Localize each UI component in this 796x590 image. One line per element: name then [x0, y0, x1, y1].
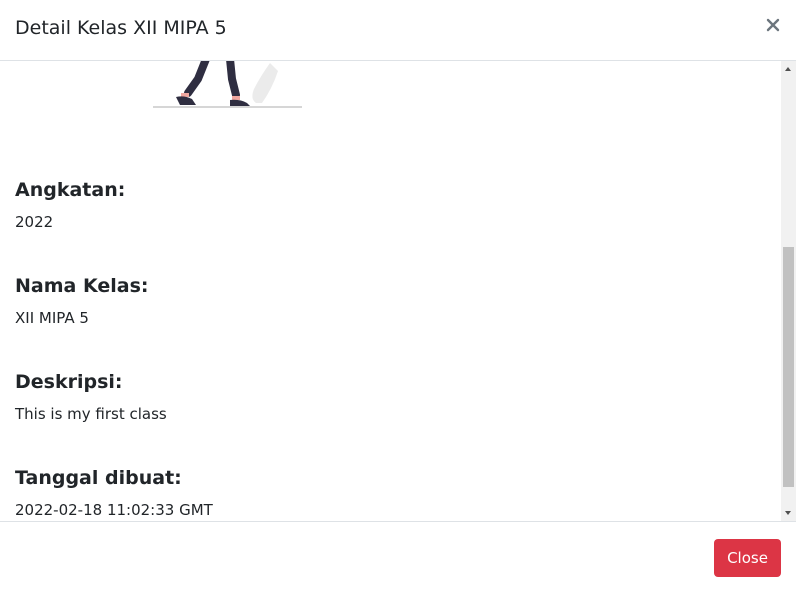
modal-title: Detail Kelas XII MIPA 5: [15, 17, 227, 39]
field-value: XII MIPA 5: [15, 309, 89, 327]
field-label: Nama Kelas:: [15, 275, 149, 297]
field-tanggal-dibuat: Tanggal dibuat: 2022-02-18 11:02:33 GMT: [15, 467, 213, 519]
modal-body: Angkatan: 2022 Nama Kelas: XII MIPA 5 De…: [0, 61, 781, 521]
field-angkatan: Angkatan: 2022: [15, 179, 125, 231]
scrollbar-thumb[interactable]: [783, 247, 794, 487]
field-deskripsi: Deskripsi: This is my first class: [15, 371, 167, 423]
field-value: This is my first class: [15, 405, 167, 423]
field-value: 2022-02-18 11:02:33 GMT: [15, 501, 213, 519]
close-icon[interactable]: [764, 16, 782, 34]
field-label: Deskripsi:: [15, 371, 123, 393]
modal-header: Detail Kelas XII MIPA 5: [0, 0, 796, 61]
field-label: Tanggal dibuat:: [15, 467, 182, 489]
field-nama-kelas: Nama Kelas: XII MIPA 5: [15, 275, 148, 327]
person-walking-illustration: [150, 61, 310, 111]
field-label: Angkatan:: [15, 179, 126, 201]
modal-footer: Close: [0, 521, 796, 590]
field-value: 2022: [15, 213, 54, 231]
vertical-scrollbar[interactable]: [781, 61, 796, 521]
scroll-up-icon[interactable]: [785, 67, 791, 71]
close-button[interactable]: Close: [714, 539, 781, 577]
modal-dialog: Detail Kelas XII MIPA 5 Angkatan: 2022 N…: [0, 0, 796, 590]
scroll-down-icon[interactable]: [785, 511, 791, 515]
